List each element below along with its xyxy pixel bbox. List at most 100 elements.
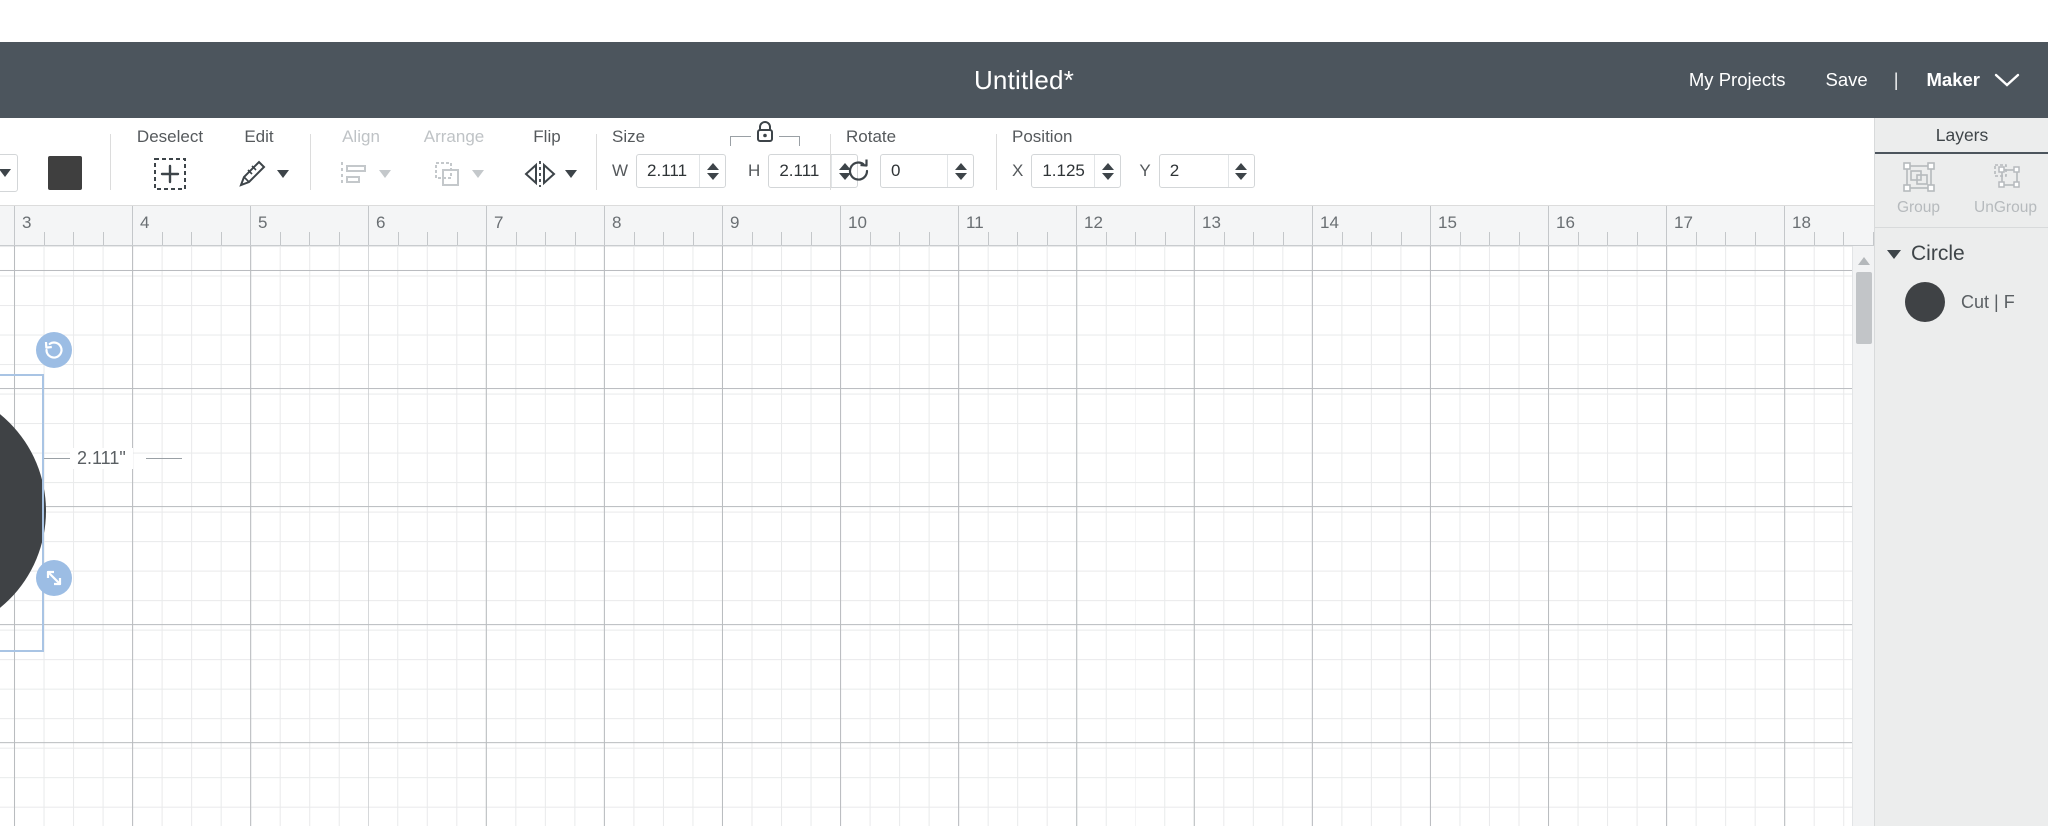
stepper-up-icon bbox=[954, 162, 967, 170]
ruler-tick-label: 3 bbox=[22, 213, 32, 232]
stepper-down-icon bbox=[706, 172, 719, 180]
ruler-major-tick bbox=[1194, 206, 1195, 245]
ruler-minor-tick bbox=[1341, 232, 1343, 245]
arrange-caret-down-icon[interactable] bbox=[471, 170, 484, 178]
ruler-minor-tick bbox=[1813, 232, 1815, 245]
ruler-minor-tick bbox=[456, 232, 458, 245]
ruler-tick-label: 17 bbox=[1674, 213, 1693, 232]
ruler-minor-tick bbox=[869, 232, 871, 245]
ruler-tick-label: 18 bbox=[1792, 213, 1811, 232]
x-input[interactable]: 1.125 bbox=[1031, 154, 1122, 188]
align-icon[interactable] bbox=[332, 154, 376, 194]
edit-pencil-icon[interactable] bbox=[230, 154, 274, 194]
ruler-tick-label: 16 bbox=[1556, 213, 1575, 232]
group-button[interactable]: Group bbox=[1875, 156, 1962, 217]
list-item[interactable]: Cut | F bbox=[1875, 272, 2048, 332]
deselect-plus-icon[interactable] bbox=[148, 154, 192, 194]
scroll-up-button[interactable] bbox=[1853, 252, 1874, 270]
y-input[interactable]: 2 bbox=[1158, 154, 1255, 188]
y-stepper[interactable] bbox=[1227, 155, 1254, 187]
canvas-vertical-scrollbar[interactable] bbox=[1852, 246, 1874, 826]
ruler-minor-tick bbox=[1754, 232, 1756, 245]
flip-icon[interactable] bbox=[518, 154, 562, 194]
layer-color-swatch[interactable] bbox=[1905, 282, 1945, 322]
ruler-minor-tick bbox=[1577, 232, 1579, 245]
design-canvas[interactable]: 2.111" bbox=[0, 246, 1874, 826]
chevron-down-icon[interactable] bbox=[1990, 63, 2024, 97]
ruler-major-tick bbox=[132, 206, 133, 245]
height-input[interactable]: 2.111 bbox=[768, 154, 859, 188]
stepper-up-icon bbox=[1235, 162, 1248, 170]
save-button[interactable]: Save bbox=[1806, 69, 1888, 91]
horizontal-ruler[interactable]: 3 4 5 6 7 8 9 10 11 12 13 14 15 16 17 18 bbox=[0, 206, 1874, 246]
ruler-major-tick bbox=[250, 206, 251, 245]
edit-label: Edit bbox=[244, 127, 274, 146]
x-stepper[interactable] bbox=[1094, 155, 1120, 187]
ruler-minor-tick bbox=[1400, 232, 1402, 245]
ruler-minor-tick bbox=[663, 232, 664, 245]
flip-caret-down-icon[interactable] bbox=[564, 170, 577, 178]
ruler-minor-tick bbox=[1253, 232, 1254, 245]
ruler-major-tick bbox=[958, 206, 959, 245]
ruler-tick-label: 11 bbox=[966, 213, 984, 232]
scrollbar-thumb[interactable] bbox=[1856, 272, 1872, 344]
stepper-down-icon bbox=[1235, 172, 1248, 180]
y-tag: Y bbox=[1139, 161, 1151, 180]
ruler-minor-tick bbox=[692, 232, 694, 245]
group-label: Group bbox=[1896, 199, 1941, 216]
ruler-minor-tick bbox=[338, 232, 340, 245]
rotate-stepper[interactable] bbox=[947, 155, 973, 187]
resize-handle[interactable] bbox=[36, 560, 72, 596]
ruler-major-tick bbox=[1312, 206, 1313, 245]
toolbar-divider bbox=[830, 134, 831, 190]
ruler-major-tick bbox=[1666, 206, 1667, 245]
ruler-minor-tick bbox=[1223, 232, 1225, 245]
ruler-minor-tick bbox=[161, 232, 163, 245]
header-divider: | bbox=[1893, 69, 1899, 90]
ruler-major-tick bbox=[1784, 206, 1785, 245]
size-group: Size W 2.111 H 2.111 bbox=[612, 118, 859, 206]
ruler-tick-label: 10 bbox=[848, 213, 867, 232]
ruler-minor-tick bbox=[1843, 232, 1844, 245]
edit-group: Edit bbox=[216, 118, 302, 206]
ruler-major-tick bbox=[840, 206, 841, 245]
ruler-tick-label: 15 bbox=[1438, 213, 1457, 232]
lock-closed-icon[interactable] bbox=[751, 120, 779, 149]
stepper-up-icon bbox=[1101, 162, 1114, 170]
x-tag: X bbox=[1012, 161, 1024, 180]
ruler-tick-label: 13 bbox=[1202, 213, 1221, 232]
linetype-dropdown[interactable] bbox=[0, 154, 18, 192]
rotate-label: Rotate bbox=[846, 127, 897, 146]
layer-group-circle: Circle Cut | F bbox=[1875, 236, 2048, 332]
machine-selector-label[interactable]: Maker bbox=[1905, 69, 1990, 91]
layers-title: Layers bbox=[1935, 124, 1989, 145]
layer-group-header[interactable]: Circle bbox=[1875, 236, 2048, 272]
resize-diagonal-icon bbox=[46, 570, 62, 586]
width-input[interactable]: 2.111 bbox=[636, 154, 727, 188]
my-projects-link[interactable]: My Projects bbox=[1669, 69, 1806, 91]
align-caret-down-icon[interactable] bbox=[378, 170, 391, 178]
stepper-down-icon bbox=[1101, 172, 1114, 180]
rotate-handle[interactable] bbox=[36, 332, 72, 368]
ruler-minor-tick bbox=[191, 232, 192, 245]
toolbar-divider bbox=[310, 134, 311, 190]
y-value: 2 bbox=[1169, 161, 1180, 180]
dimension-label: 2.111" bbox=[70, 448, 133, 469]
arrange-layers-icon[interactable] bbox=[425, 154, 469, 194]
rotate-group: Rotate 0 bbox=[846, 118, 996, 206]
edit-caret-down-icon[interactable] bbox=[276, 170, 289, 178]
ruler-major-tick bbox=[486, 206, 487, 245]
ruler-minor-tick bbox=[1489, 232, 1490, 245]
top-white-strip bbox=[0, 0, 2048, 42]
color-swatch-button[interactable] bbox=[48, 156, 82, 190]
ruler-major-tick bbox=[14, 206, 15, 245]
align-group: Align bbox=[318, 118, 404, 206]
ruler-minor-tick bbox=[1105, 232, 1107, 245]
triangle-down-icon[interactable] bbox=[1887, 249, 1901, 259]
width-stepper[interactable] bbox=[699, 155, 725, 187]
layer-operation-label: Cut | F bbox=[1961, 291, 2015, 312]
rotate-input[interactable]: 0 bbox=[880, 154, 974, 188]
ungroup-button[interactable]: UnGroup bbox=[1962, 156, 2048, 217]
grid-minor-lines bbox=[0, 246, 1874, 826]
caret-down-icon bbox=[0, 169, 11, 177]
